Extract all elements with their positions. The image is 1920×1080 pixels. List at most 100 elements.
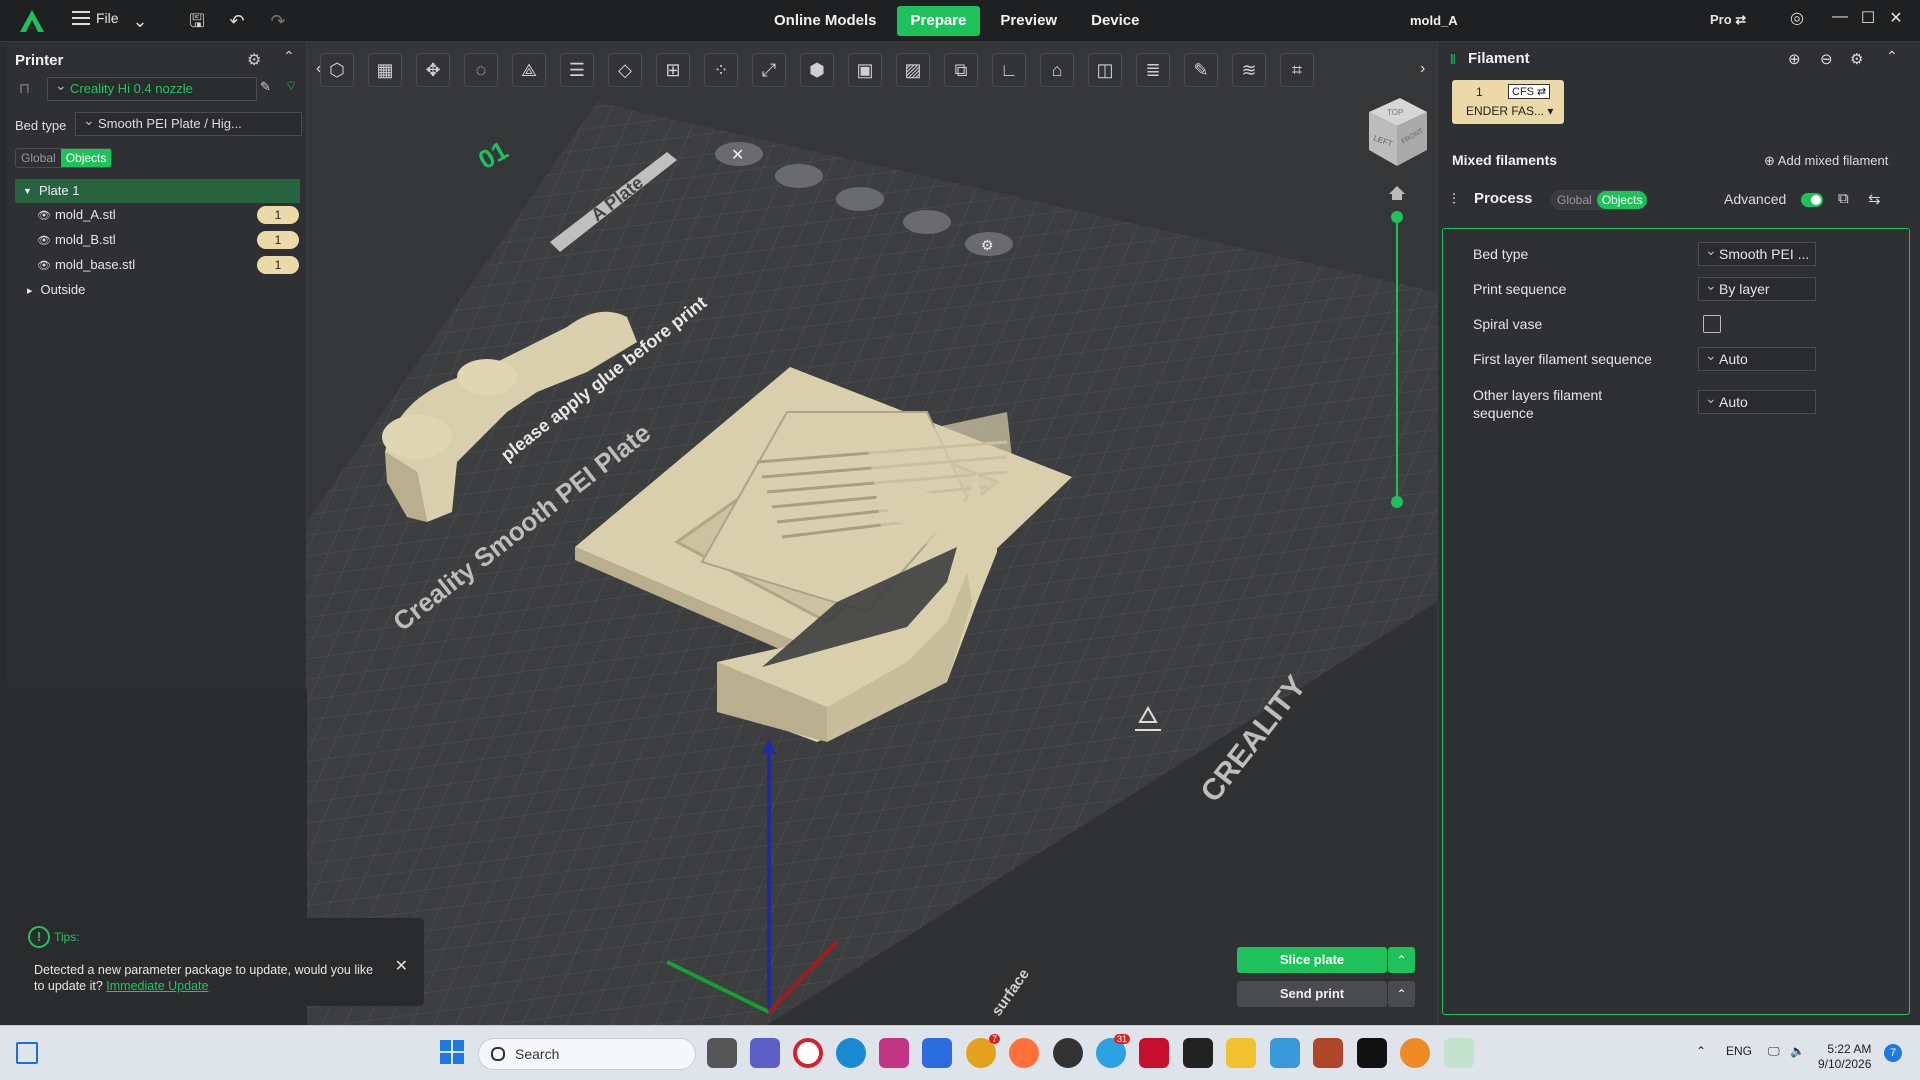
undo-icon[interactable]: ↶ <box>225 9 249 33</box>
tab-prepare[interactable]: Prepare <box>896 6 981 36</box>
collapse-up-icon[interactable]: ⌃ <box>283 48 295 65</box>
volume-icon[interactable]: 🔈 <box>1790 1044 1805 1058</box>
send-options-chevron-icon[interactable]: ⌃ <box>1388 981 1415 1007</box>
measure-icon[interactable]: ∟ <box>992 53 1026 87</box>
prop-bed-type-select[interactable]: Smooth PEI ... <box>1698 242 1816 266</box>
save-icon[interactable]: 🖫 <box>185 9 209 33</box>
blender-icon[interactable] <box>1400 1038 1430 1068</box>
chevron-down-icon[interactable]: ⌄ <box>128 9 152 33</box>
edit-printer-icon[interactable]: ✎ <box>260 79 271 95</box>
tree-outside[interactable]: Outside <box>27 282 86 297</box>
store-icon[interactable] <box>922 1038 952 1068</box>
close-icon[interactable]: ✕ <box>1884 8 1908 28</box>
winrar-icon[interactable] <box>1313 1038 1343 1068</box>
start-icon[interactable] <box>440 1040 464 1064</box>
teams-icon[interactable] <box>750 1038 780 1068</box>
advanced-toggle[interactable] <box>1801 193 1823 207</box>
add-plate-icon[interactable]: ▦ <box>368 53 402 87</box>
prop-first-layer-seq-select[interactable]: Auto <box>1698 347 1816 371</box>
system-clock[interactable]: 5:22 AM 9/10/2026 <box>1818 1042 1871 1072</box>
taskbar-search[interactable]: Search <box>478 1038 696 1070</box>
maximize-icon[interactable]: ☐ <box>1856 8 1880 28</box>
compare-icon[interactable]: ⧉ <box>1838 190 1849 207</box>
immediate-update-link[interactable]: Immediate Update <box>106 979 208 993</box>
tree-item-mold-base[interactable]: 👁 mold_base.stl 1 <box>37 255 299 275</box>
layer-slider-bottom-handle[interactable] <box>1391 496 1403 508</box>
seam-icon[interactable]: ⌂ <box>1040 53 1074 87</box>
cfs-badge[interactable]: CFS ⇄ <box>1508 84 1551 99</box>
tree-item-mold-a[interactable]: 👁 mold_A.stl 1 <box>37 205 299 225</box>
send-print-button[interactable]: Send print <box>1237 981 1387 1007</box>
process-objects-tab[interactable]: Objects <box>1596 191 1648 209</box>
hollow-icon[interactable]: ▣ <box>848 53 882 87</box>
edge-icon[interactable] <box>836 1038 866 1068</box>
3d-viewport[interactable]: 01 A Plate please apply glue before prin… <box>307 42 1437 1025</box>
layer-slider-top-handle[interactable] <box>1391 211 1403 223</box>
prop-other-layers-seq-select[interactable]: Auto <box>1698 390 1816 414</box>
text-icon[interactable]: ◫ <box>1088 53 1122 87</box>
bed-type-select[interactable]: Smooth PEI Plate / Hig... <box>75 112 302 136</box>
tab-preview[interactable]: Preview <box>986 6 1071 36</box>
printer-select[interactable]: Creality Hi 0.4 nozzle <box>47 77 257 101</box>
prop-print-sequence-select[interactable]: By layer <box>1698 277 1816 301</box>
visibility-icon[interactable]: 👁 <box>37 260 51 272</box>
widgets-icon[interactable] <box>16 1042 38 1064</box>
paint-support-icon[interactable]: ▨ <box>896 53 930 87</box>
color-paint-icon[interactable]: ✎ <box>1184 53 1218 87</box>
support-icon[interactable]: ◎ <box>1785 8 1809 28</box>
creality-print-icon[interactable] <box>1444 1038 1474 1068</box>
file-explorer-icon[interactable] <box>1226 1038 1256 1068</box>
variable-layer-icon[interactable]: ≣ <box>1136 53 1170 87</box>
add-filament-icon[interactable]: ⊕ <box>1788 50 1801 68</box>
scale-icon[interactable]: ⤢ <box>752 53 786 87</box>
arrange-icon[interactable]: ☰ <box>560 53 594 87</box>
filament-slot-1[interactable]: 1 CFS ⇄ ENDER FAS... ▾ <box>1452 80 1564 124</box>
add-model-icon[interactable]: ⬡ <box>320 53 354 87</box>
collapse-right-arrow[interactable]: › <box>1420 60 1425 78</box>
language-indicator[interactable]: ENG <box>1726 1044 1752 1058</box>
network-app-icon[interactable] <box>1270 1038 1300 1068</box>
home-view-icon[interactable] <box>1389 186 1405 200</box>
opera-icon[interactable] <box>793 1038 823 1068</box>
filament-settings-icon[interactable]: ⚙ <box>1850 50 1863 68</box>
instagram-icon[interactable] <box>879 1038 909 1068</box>
lay-on-face-icon[interactable]: ◇ <box>608 53 642 87</box>
collapse-up-icon[interactable]: ⌃ <box>1886 48 1898 65</box>
wifi-icon[interactable]: ⌔ <box>285 78 297 94</box>
file-menu[interactable]: File <box>72 10 119 26</box>
rotate-icon[interactable]: ◌ <box>464 53 498 87</box>
visibility-icon[interactable]: 👁 <box>37 210 51 222</box>
visibility-icon[interactable]: 👁 <box>37 235 51 247</box>
boolean-icon[interactable]: ⧉ <box>944 53 978 87</box>
tree-plate-1[interactable]: Plate 1 <box>15 179 300 203</box>
chrome-icon[interactable]: 7 <box>966 1034 1000 1068</box>
cut-icon[interactable]: ⬢ <box>800 53 834 87</box>
tab-online-models[interactable]: Online Models <box>760 6 891 36</box>
assembly-icon[interactable]: ⌗ <box>1280 53 1314 87</box>
tab-device[interactable]: Device <box>1077 6 1153 36</box>
pro-mode-toggle[interactable]: Pro ⇄ <box>1710 12 1746 28</box>
telegram-icon[interactable]: 31 <box>1096 1034 1130 1068</box>
creality-logo-icon[interactable] <box>18 8 46 34</box>
close-tips-icon[interactable]: ✕ <box>395 956 408 976</box>
slice-options-chevron-icon[interactable]: ⌃ <box>1388 947 1415 973</box>
office-icon[interactable] <box>1139 1038 1169 1068</box>
task-view-icon[interactable] <box>707 1038 737 1068</box>
terminal-icon[interactable] <box>1183 1038 1213 1068</box>
wordpress-icon[interactable] <box>1053 1038 1083 1068</box>
firefox-icon[interactable] <box>1009 1038 1039 1068</box>
fuzzy-skin-icon[interactable]: ≋ <box>1232 53 1266 87</box>
filament-name[interactable]: ENDER FAS... ▾ <box>1466 104 1553 118</box>
split-objects-icon[interactable]: ⊞ <box>656 53 690 87</box>
tray-overflow-icon[interactable]: ⌃ <box>1696 1044 1706 1058</box>
minimize-icon[interactable]: — <box>1828 8 1852 26</box>
recorder-icon[interactable] <box>1357 1038 1387 1068</box>
objects-tab[interactable]: Objects <box>60 149 112 167</box>
notification-count[interactable]: 7 <box>1884 1044 1902 1062</box>
printer-settings-icon[interactable]: ⚙ <box>247 50 261 70</box>
split-parts-icon[interactable]: ⁘ <box>704 53 738 87</box>
orient-icon[interactable]: ✥ <box>416 53 450 87</box>
remove-filament-icon[interactable]: ⊖ <box>1820 50 1833 68</box>
view-cube[interactable]: TOP LEFT FRONT <box>1369 98 1427 166</box>
process-edit-icon[interactable]: ⇆ <box>1868 190 1881 208</box>
